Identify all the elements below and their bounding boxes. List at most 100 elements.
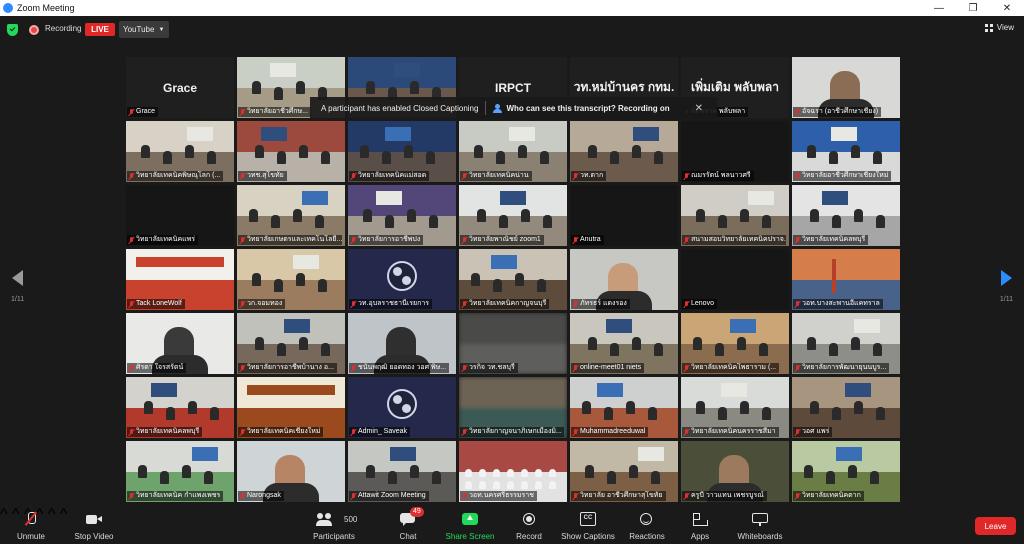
participant-name: วิทยาลัยเทคนิคพิษณุโลก (... — [136, 172, 221, 179]
reactions-button[interactable]: Reactions — [628, 506, 666, 544]
previous-page-arrow-icon[interactable] — [12, 270, 23, 286]
live-badge[interactable]: LIVE — [85, 23, 115, 36]
participant-display-name: Grace — [162, 80, 198, 95]
close-window-button[interactable]: ✕ — [990, 0, 1024, 16]
participant-tile[interactable]: วิทยาลัยเทคนิคโพธาราม (... — [681, 313, 789, 374]
transcript-info-link[interactable]: Who can see this transcript? Recording o… — [506, 104, 669, 113]
participant-name: วิทยาลัยการอาชีพปง — [358, 236, 421, 243]
muted-mic-icon — [240, 428, 245, 436]
video-camera-icon — [86, 512, 102, 526]
participant-tile[interactable]: วิทยาลัยเทคนิคแพร่ — [126, 185, 234, 246]
whiteboards-button[interactable]: Whiteboards — [735, 506, 785, 544]
close-notification-icon[interactable]: ✕ — [695, 103, 703, 114]
participant-tile[interactable]: วิทยาลัยเทคนิคกาญจนบุรี — [459, 249, 567, 310]
show-captions-button[interactable]: CC Show Captions — [560, 506, 616, 544]
participant-name: วิทยาลัยเกษตรและเทคโนโลยี... — [247, 236, 342, 243]
chat-bubble-icon: 49 — [400, 507, 424, 526]
participant-tile[interactable]: วิทยาลัยเทคนิคลพบุรี — [126, 377, 234, 438]
participant-tile[interactable]: วิทยาลัยเกษตรและเทคโนโลยี... — [237, 185, 345, 246]
record-button[interactable]: Record — [512, 506, 546, 544]
participant-tile[interactable]: วิทยาลัยเทคนิคพิษณุโลก (... — [126, 121, 234, 182]
apps-button[interactable]: Apps — [688, 506, 712, 544]
muted-mic-icon — [684, 172, 689, 180]
share-screen-button[interactable]: Share Screen — [444, 506, 496, 544]
participant-tile[interactable]: วิทยาลัยเทคนิคน่าน — [459, 121, 567, 182]
recording-label[interactable]: Recording — [45, 24, 81, 33]
participant-tile[interactable]: Admin_ Saveak — [348, 377, 456, 438]
muted-mic-icon — [684, 492, 689, 500]
participant-tile[interactable]: วรกิจ วท.ชลบุรี — [459, 313, 567, 374]
participant-name-label: วอท.นครศรีธรรมราช — [460, 491, 537, 501]
participant-tile[interactable]: วอท.บางสะพานอีแคทราล — [792, 249, 900, 310]
muted-mic-icon — [462, 172, 467, 180]
participant-tile[interactable]: วิทยาลัย อาชีวศึกษาสุโขทัย — [570, 441, 678, 502]
participant-tile[interactable]: วิทยาลัยกาญจนาภิเษกเมืองมิ... — [459, 377, 567, 438]
share-options-chevron-icon[interactable]: ^ — [48, 506, 56, 523]
participant-tile[interactable]: วิทยาลัยอาชีวศึกษาเชียงใหม่ — [792, 121, 900, 182]
participant-name: วิทยาลัยกาญจนาภิเษกเมืองมิ... — [469, 428, 562, 435]
meeting-toolbar: Unmute ^ Stop Video ^ 500 Participants ^… — [0, 506, 1024, 544]
participant-name-label: อัจฉรา (อาชีวศึกษาเชียง) — [793, 107, 882, 117]
stop-video-button[interactable]: Stop Video — [72, 506, 116, 544]
participants-button[interactable]: 500 Participants — [310, 506, 358, 544]
minimize-button[interactable]: — — [922, 0, 956, 16]
participant-tile[interactable]: Lenovo — [681, 249, 789, 310]
participant-name: วอศ แพร่ — [802, 428, 830, 435]
participant-tile[interactable]: วิทยาลัยเทคนิคนครราชสีมา — [681, 377, 789, 438]
unmute-button[interactable]: Unmute — [14, 506, 48, 544]
participant-name: วิทยาลัยเทคนิค กำแพงเพชร — [136, 492, 221, 499]
chat-button[interactable]: 49 Chat — [392, 506, 424, 544]
participant-tile[interactable]: Muhammadreeduwal — [570, 377, 678, 438]
participant-tile[interactable]: ศิรดา ใจรสรัตน์ — [126, 313, 234, 374]
participant-tile[interactable]: วิทยาลัยเทคนิคแม่สอด — [348, 121, 456, 182]
participant-name-label: วก.จอมทอง — [238, 299, 286, 309]
maximize-button[interactable]: ❐ — [956, 0, 990, 16]
participant-tile[interactable]: สนามสอบวิทยาลัยเทคนิคปราจ... — [681, 185, 789, 246]
participant-tile[interactable]: Tack LoneWolf — [126, 249, 234, 310]
participant-tile[interactable]: ครูบี วาวแทน เพชรบูรณ์ — [681, 441, 789, 502]
leave-button[interactable]: Leave — [975, 517, 1016, 535]
security-shield-icon[interactable] — [7, 24, 18, 36]
captions-options-chevron-icon[interactable]: ^ — [60, 506, 68, 523]
next-page-arrow-icon[interactable] — [1001, 270, 1012, 286]
participant-tile[interactable]: วิทยาลัยเทคนิคตาก — [792, 441, 900, 502]
participant-name-label: วิทยาลัยเทคนิคแม่สอด — [349, 171, 430, 181]
participant-tile[interactable]: Narongsak — [237, 441, 345, 502]
participant-tile[interactable]: ณมรรัตน์ พลนาวศรี — [681, 121, 789, 182]
muted-mic-icon — [795, 108, 800, 116]
participant-name: Anutra — [580, 236, 601, 243]
participant-tile[interactable]: อัจฉรา (อาชีวศึกษาเชียง) — [792, 57, 900, 118]
participant-tile[interactable]: online-meet01 niets — [570, 313, 678, 374]
participant-tile[interactable]: วิทยาลัยการพัฒนายุนนบูร... — [792, 313, 900, 374]
participants-count: 500 — [344, 515, 358, 524]
participant-tile[interactable]: วท.ตาก — [570, 121, 678, 182]
participant-tile[interactable]: วอท.นครศรีธรรมราช — [459, 441, 567, 502]
participant-tile[interactable]: ภัทรธร์ แดงรอง — [570, 249, 678, 310]
participant-tile[interactable]: Anutra — [570, 185, 678, 246]
video-gallery: Grace Grace วิทยาลัยอาชีวศึกษ... IRPCT วท.หม… — [126, 57, 900, 504]
participant-tile[interactable]: ชนันพฤฒิ ยอดทอง วอศ พิษ... — [348, 313, 456, 374]
participant-tile[interactable]: Attawit Zoom Meeting — [348, 441, 456, 502]
participant-tile[interactable]: วอศ แพร่ — [792, 377, 900, 438]
participant-tile[interactable]: วิทยาลัยการอาชีพปง — [348, 185, 456, 246]
participant-tile[interactable]: วิทยาลัยเทคนิคลพบุรี — [792, 185, 900, 246]
participant-name-label: วรกิจ วท.ชลบุรี — [460, 363, 518, 373]
participant-name-label: วิทยาลัยเทคนิคลพบุรี — [127, 427, 203, 437]
view-button[interactable]: View — [984, 23, 1014, 32]
audio-options-chevron-icon[interactable]: ^ — [0, 506, 8, 523]
muted-mic-icon — [129, 236, 134, 244]
participant-tile[interactable]: วก.จอมทอง — [237, 249, 345, 310]
participant-tile[interactable]: วทช.สุโขทัย — [237, 121, 345, 182]
participant-name-label: Muhammadreeduwal — [571, 427, 649, 437]
participant-tile[interactable]: วิทยาลัยการอาชีพบ้านาง อ... — [237, 313, 345, 374]
participant-tile[interactable]: วท.อุบลราชธานีเรยการ — [348, 249, 456, 310]
participant-tile[interactable]: วิทยาลัยพาณิชย์ zoom1 — [459, 185, 567, 246]
participant-tile[interactable]: วิทยาลัยเทคนิค กำแพงเพชร — [126, 441, 234, 502]
muted-microphone-icon — [23, 512, 39, 526]
participant-name-label: วิทยาลัยเทคนิค กำแพงเพชร — [127, 491, 224, 501]
participant-tile[interactable]: Grace Grace — [126, 57, 234, 118]
participant-name: วรกิจ วท.ชลบุรี — [469, 364, 515, 371]
participant-name-label: วิทยาลัยเทคนิคพิษณุโลก (... — [127, 171, 224, 181]
stream-target-dropdown[interactable]: YouTube ▼ — [119, 21, 169, 38]
participant-tile[interactable]: วิทยาลัยเทคนิคเชียงใหม่ — [237, 377, 345, 438]
